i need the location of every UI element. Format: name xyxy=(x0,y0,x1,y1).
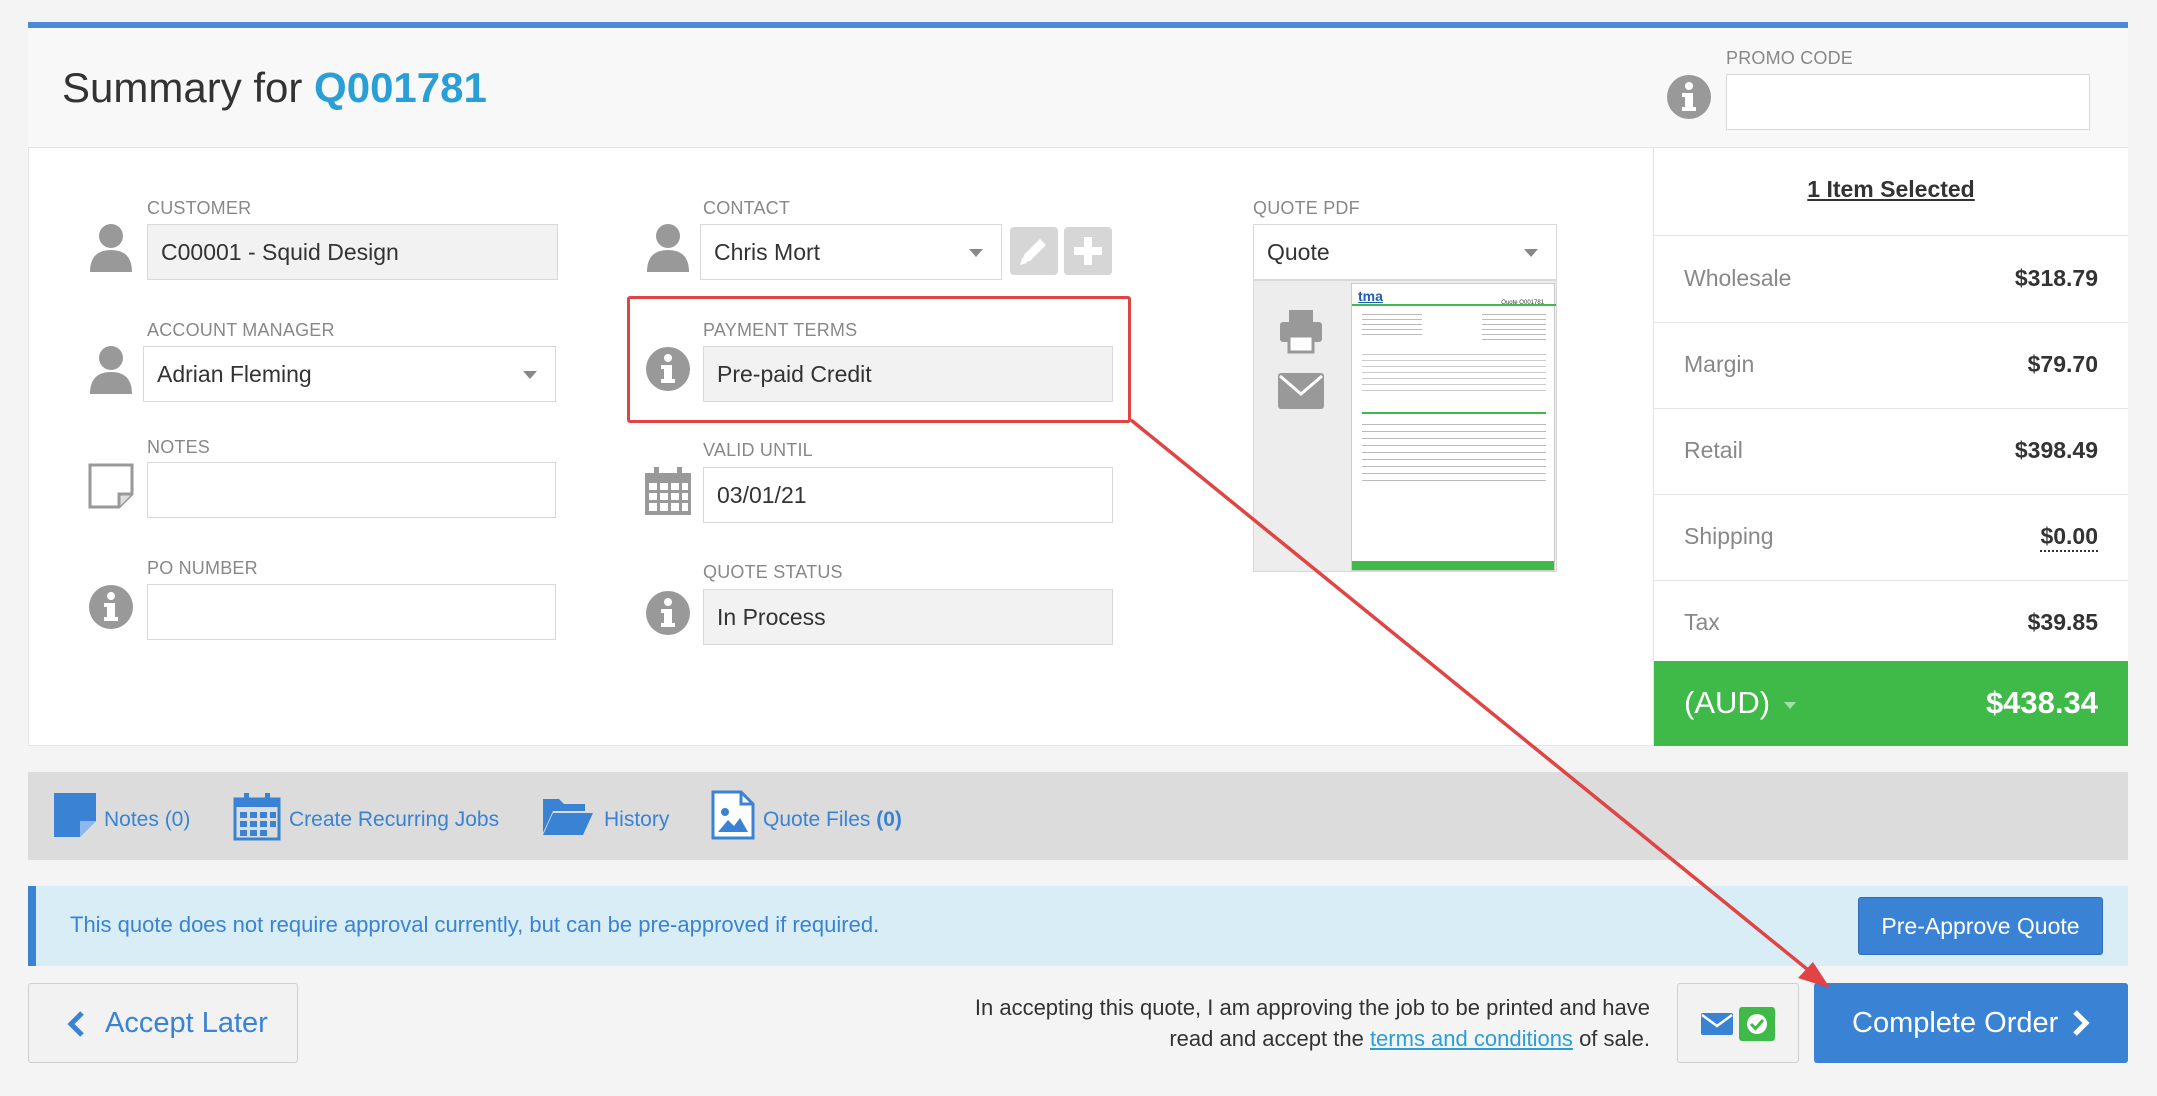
summary-value: $39.85 xyxy=(2027,609,2098,635)
pre-approve-quote-button[interactable]: Pre-Approve Quote xyxy=(1858,897,2103,955)
info-icon xyxy=(89,585,133,629)
quote-files-count: (0) xyxy=(876,808,902,831)
email-icon[interactable] xyxy=(1277,372,1325,410)
order-total-value: $438.34 xyxy=(1985,685,2098,720)
notes-input[interactable] xyxy=(147,462,556,518)
terms-line-2-suffix: of sale. xyxy=(1579,1026,1650,1051)
customer-field[interactable]: C00001 - Squid Design xyxy=(147,224,558,280)
po-number-label: PO NUMBER xyxy=(147,558,258,578)
thumbnail-brand: tma xyxy=(1358,288,1383,304)
summary-value: $398.49 xyxy=(2014,437,2098,463)
create-recurring-jobs-link[interactable]: Create Recurring Jobs xyxy=(289,808,499,832)
notes-link-label[interactable]: Notes (0) xyxy=(104,808,190,832)
history-link[interactable]: History xyxy=(604,808,669,832)
thumbnail-divider xyxy=(1362,412,1546,414)
quote-files-link[interactable]: Quote Files (0) xyxy=(763,808,902,832)
check-circle-icon xyxy=(1739,1007,1775,1041)
info-icon xyxy=(646,591,690,635)
account-manager-select[interactable]: Adrian Fleming xyxy=(143,346,556,402)
po-number-input[interactable] xyxy=(147,584,556,640)
add-contact-button[interactable] xyxy=(1064,227,1112,275)
valid-until-label: VALID UNTIL xyxy=(703,440,813,460)
quote-files-label: Quote Files xyxy=(763,808,871,831)
print-icon[interactable] xyxy=(1278,308,1324,354)
chevron-down-icon xyxy=(969,249,983,257)
summary-label: Margin xyxy=(1684,351,1755,377)
summary-label: Shipping xyxy=(1684,523,1774,549)
calendar-icon[interactable] xyxy=(233,791,281,841)
contact-value: Chris Mort xyxy=(714,238,821,265)
contact-select[interactable]: Chris Mort xyxy=(700,224,1002,280)
page-title: Summary for Q001781 xyxy=(62,64,487,112)
user-icon xyxy=(90,224,132,272)
accept-later-label: Accept Later xyxy=(105,1006,268,1039)
summary-label: Retail xyxy=(1684,437,1743,463)
user-icon xyxy=(647,224,689,272)
sticky-note-icon xyxy=(54,793,96,837)
file-image-icon[interactable] xyxy=(711,790,755,840)
promo-code-input[interactable] xyxy=(1726,74,2090,130)
account-manager-label: ACCOUNT MANAGER xyxy=(147,320,335,340)
accept-later-button[interactable]: Accept Later xyxy=(28,983,298,1063)
promo-code-label: PROMO CODE xyxy=(1726,48,1854,68)
quote-pdf-label: QUOTE PDF xyxy=(1253,198,1360,218)
currency-value: (AUD) xyxy=(1684,685,1771,720)
user-icon xyxy=(90,346,132,394)
terms-line-2-prefix: read and accept the xyxy=(1169,1026,1364,1051)
title-prefix: Summary for xyxy=(62,64,303,111)
summary-label: Tax xyxy=(1684,609,1720,635)
account-manager-value: Adrian Fleming xyxy=(157,360,312,387)
complete-order-label: Complete Order xyxy=(1852,1006,2059,1039)
summary-row-wholesale: Wholesale $318.79 xyxy=(1654,237,2128,323)
items-selected-link[interactable]: 1 Item Selected xyxy=(1654,176,2128,203)
thumbnail-text-block xyxy=(1482,314,1546,344)
terms-acceptance-text: In accepting this quote, I am approving … xyxy=(860,992,1650,1054)
approval-message: This quote does not require approval cur… xyxy=(70,912,880,937)
folder-open-icon[interactable] xyxy=(541,795,595,837)
sticky-note-icon xyxy=(88,463,134,509)
chevron-left-icon xyxy=(67,1011,84,1037)
quote-status-field: In Process xyxy=(703,589,1113,645)
valid-until-input[interactable]: 03/01/21 xyxy=(703,467,1113,523)
summary-row-retail: Retail $398.49 xyxy=(1654,409,2128,495)
thumbnail-divider xyxy=(1352,304,1556,306)
summary-row-margin: Margin $79.70 xyxy=(1654,323,2128,409)
customer-label: CUSTOMER xyxy=(147,198,252,218)
terms-and-conditions-link[interactable]: terms and conditions xyxy=(1370,1026,1573,1051)
thumbnail-text-block xyxy=(1362,314,1422,338)
chevron-down-icon xyxy=(1524,249,1538,257)
thumbnail-footer-bar xyxy=(1352,561,1554,570)
payment-terms-highlight xyxy=(627,296,1131,423)
edit-contact-button[interactable] xyxy=(1010,227,1058,275)
calendar-icon xyxy=(645,467,691,515)
quote-status-label: QUOTE STATUS xyxy=(703,562,843,582)
thumbnail-text-block xyxy=(1362,354,1546,394)
chevron-right-icon xyxy=(2073,1010,2090,1036)
email-icon xyxy=(1701,1013,1733,1035)
currency-select[interactable]: (AUD) xyxy=(1684,685,1797,721)
complete-order-button[interactable]: Complete Order xyxy=(1814,983,2128,1063)
terms-line-2: read and accept the terms and conditions… xyxy=(860,1023,1650,1054)
summary-label: Wholesale xyxy=(1684,265,1792,291)
summary-value: $318.79 xyxy=(2014,265,2098,291)
quote-pdf-select[interactable]: Quote xyxy=(1253,224,1557,280)
quote-pdf-value: Quote xyxy=(1267,238,1330,265)
terms-line-1: In accepting this quote, I am approving … xyxy=(974,995,1650,1020)
chevron-down-icon xyxy=(1784,701,1797,709)
shipping-value-link[interactable]: $0.00 xyxy=(2040,523,2098,552)
quote-pdf-thumbnail[interactable]: tma Quote Q001781 xyxy=(1351,283,1556,571)
notes-link[interactable] xyxy=(52,791,100,839)
contact-label: CONTACT xyxy=(703,198,791,218)
order-total-bar: (AUD) $438.34 xyxy=(1654,661,2128,746)
info-icon[interactable] xyxy=(1666,74,1712,120)
summary-row-tax: Tax $39.85 xyxy=(1654,581,2128,661)
email-confirmation-toggle[interactable] xyxy=(1677,983,1799,1063)
quote-id: Q001781 xyxy=(314,64,487,111)
notes-label: NOTES xyxy=(147,437,211,457)
chevron-down-icon xyxy=(523,371,537,379)
summary-value: $79.70 xyxy=(2027,351,2098,377)
summary-row-shipping: Shipping $0.00 xyxy=(1654,495,2128,581)
thumbnail-table xyxy=(1362,424,1546,484)
